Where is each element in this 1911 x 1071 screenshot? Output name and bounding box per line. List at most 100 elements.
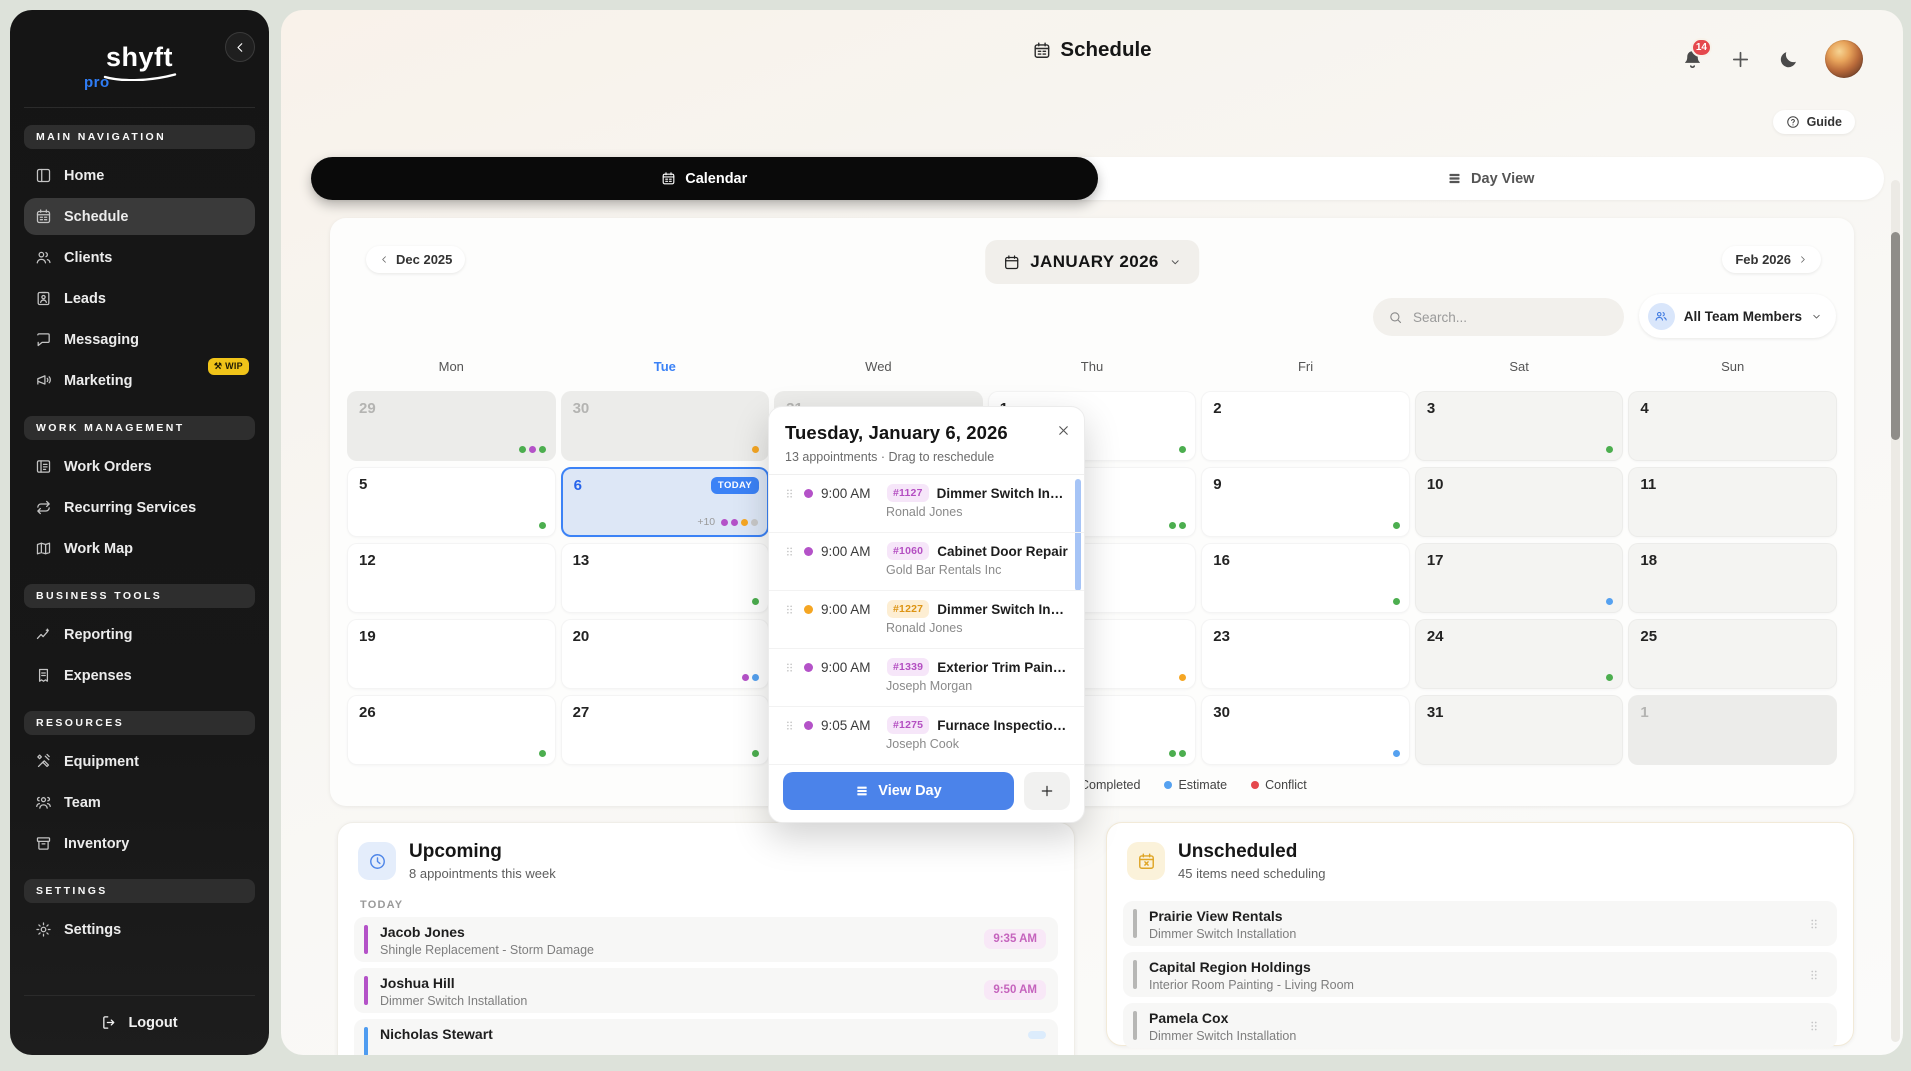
sidebar-item-label: Schedule [64, 209, 128, 225]
sidebar: shyft pro MAIN NAVIGATIONHomeScheduleCli… [10, 10, 269, 1055]
day-number: 20 [573, 628, 590, 645]
sidebar-item-clients[interactable]: Clients [24, 239, 255, 276]
guide-label: Guide [1807, 115, 1842, 129]
sidebar-item-inventory[interactable]: Inventory [24, 825, 255, 862]
user-avatar[interactable] [1825, 40, 1863, 78]
search-input[interactable] [1413, 310, 1609, 325]
day-cell-12[interactable]: 12 [347, 543, 556, 613]
next-month-button[interactable]: Feb 2026 [1722, 246, 1821, 273]
day-number: 27 [573, 704, 590, 721]
legend-dot [1164, 781, 1172, 789]
sidebar-item-messaging[interactable]: Messaging [24, 321, 255, 358]
day-cell-13[interactable]: 13 [561, 543, 770, 613]
guide-button[interactable]: Guide [1773, 110, 1855, 134]
sidebar-item-expenses[interactable]: Expenses [24, 657, 255, 694]
sidebar-item-home[interactable]: Home [24, 157, 255, 194]
sidebar-item-schedule[interactable]: Schedule [24, 198, 255, 235]
day-cell-29[interactable]: 29 [347, 391, 556, 461]
chevron-left-icon [233, 40, 248, 55]
unscheduled-item[interactable]: Capital Region HoldingsInterior Room Pai… [1123, 952, 1837, 997]
day-cell-3[interactable]: 3 [1415, 391, 1624, 461]
sidebar-item-label: Leads [64, 291, 106, 307]
day-cell-5[interactable]: 5 [347, 467, 556, 537]
day-cell-30[interactable]: 30 [1201, 695, 1410, 765]
upcoming-item[interactable]: Nicholas Stewart [354, 1019, 1058, 1055]
add-button[interactable] [1729, 47, 1752, 71]
sidebar-item-settings[interactable]: Settings [24, 911, 255, 948]
day-number: 3 [1427, 400, 1435, 417]
schedule-icon [35, 208, 52, 225]
day-cell-4[interactable]: 4 [1628, 391, 1837, 461]
dark-mode-toggle[interactable] [1778, 48, 1799, 70]
day-cell-10[interactable]: 10 [1415, 467, 1624, 537]
day-cell-2[interactable]: 2 [1201, 391, 1410, 461]
unscheduled-item[interactable]: Pamela CoxDimmer Switch Installation [1123, 1003, 1837, 1048]
sidebar-collapse-button[interactable] [225, 32, 255, 62]
popover-add-button[interactable] [1024, 772, 1070, 810]
appointment-dot-purple [731, 519, 738, 526]
day-number: 24 [1427, 628, 1444, 645]
day-cell-20[interactable]: 20 [561, 619, 770, 689]
sidebar-item-equipment[interactable]: Equipment [24, 743, 255, 780]
unscheduled-item[interactable]: Prairie View RentalsDimmer Switch Instal… [1123, 901, 1837, 946]
equipment-icon [35, 753, 52, 770]
sidebar-item-work-map[interactable]: Work Map [24, 530, 255, 567]
appointment-row[interactable]: 9:00 AM#1127Dimmer Switch Install...Rona… [769, 475, 1084, 533]
day-cell-16[interactable]: 16 [1201, 543, 1410, 613]
upcoming-item[interactable]: Jacob JonesShingle Replacement - Storm D… [354, 917, 1058, 962]
close-icon[interactable] [1056, 421, 1071, 438]
sidebar-item-marketing[interactable]: Marketing⚒ WIP [24, 362, 255, 399]
day-cell-19[interactable]: 19 [347, 619, 556, 689]
weekday-sun: Sun [1628, 359, 1837, 374]
day-cell-23[interactable]: 23 [1201, 619, 1410, 689]
day-cell-6[interactable]: 6TODAY+10 [561, 467, 770, 537]
sidebar-item-team[interactable]: Team [24, 784, 255, 821]
weekday-fri: Fri [1201, 359, 1410, 374]
logout-button[interactable]: Logout [24, 995, 255, 1055]
sidebar-item-work-orders[interactable]: Work Orders [24, 448, 255, 485]
day-cell-11[interactable]: 11 [1628, 467, 1837, 537]
day-cell-26[interactable]: 26 [347, 695, 556, 765]
header-actions: 14 [1682, 40, 1863, 78]
appointment-row[interactable] [769, 765, 1084, 767]
day-cell-30[interactable]: 30 [561, 391, 770, 461]
team-filter-dropdown[interactable]: All Team Members [1639, 294, 1836, 338]
appointment-time: 9:00 AM [821, 602, 879, 617]
month-select[interactable]: JANUARY 2026 [985, 240, 1199, 284]
day-cell-31[interactable]: 31 [1415, 695, 1624, 765]
appointment-title: Cabinet Door Repair [937, 544, 1068, 559]
view-day-button[interactable]: View Day [783, 772, 1014, 810]
logout-label: Logout [128, 1015, 177, 1031]
moon-icon [1778, 49, 1799, 70]
appointment-dot-green [539, 522, 546, 529]
appointment-row[interactable]: 9:05 AM#1275Furnace Inspection & ...Jose… [769, 707, 1084, 765]
tab-calendar[interactable]: Calendar [311, 157, 1098, 200]
weekday-sat: Sat [1415, 359, 1624, 374]
prev-month-button[interactable]: Dec 2025 [366, 246, 465, 273]
tab-day-view[interactable]: Day View [1098, 157, 1885, 200]
appointment-row[interactable]: 9:00 AM#1339Exterior Trim PaintingJoseph… [769, 649, 1084, 707]
sidebar-item-leads[interactable]: Leads [24, 280, 255, 317]
day-cell-18[interactable]: 18 [1628, 543, 1837, 613]
notifications-button[interactable]: 14 [1682, 48, 1703, 70]
day-cell-9[interactable]: 9 [1201, 467, 1410, 537]
popover-header: Tuesday, January 6, 2026 13 appointments… [769, 407, 1084, 475]
day-cell-27[interactable]: 27 [561, 695, 770, 765]
day-cell-25[interactable]: 25 [1628, 619, 1837, 689]
appointment-dot-green [1169, 750, 1176, 757]
status-bar [1133, 960, 1137, 989]
day-number: 16 [1213, 552, 1230, 569]
day-cell-1[interactable]: 1 [1628, 695, 1837, 765]
appointment-row[interactable]: 9:00 AM#1227Dimmer Switch Install...Rona… [769, 591, 1084, 649]
upcoming-item[interactable]: Joshua HillDimmer Switch Installation9:5… [354, 968, 1058, 1013]
sidebar-item-recurring-services[interactable]: Recurring Services [24, 489, 255, 526]
day-cell-17[interactable]: 17 [1415, 543, 1624, 613]
appointment-row[interactable]: 9:00 AM#1060Cabinet Door RepairGold Bar … [769, 533, 1084, 591]
drag-handle-icon [783, 603, 796, 616]
sidebar-item-label: Home [64, 168, 104, 184]
page-scrollbar-thumb[interactable] [1891, 232, 1900, 440]
appointment-dots [752, 598, 759, 605]
day-cell-24[interactable]: 24 [1415, 619, 1624, 689]
sidebar-item-reporting[interactable]: Reporting [24, 616, 255, 653]
appointment-dot-purple [804, 721, 813, 730]
